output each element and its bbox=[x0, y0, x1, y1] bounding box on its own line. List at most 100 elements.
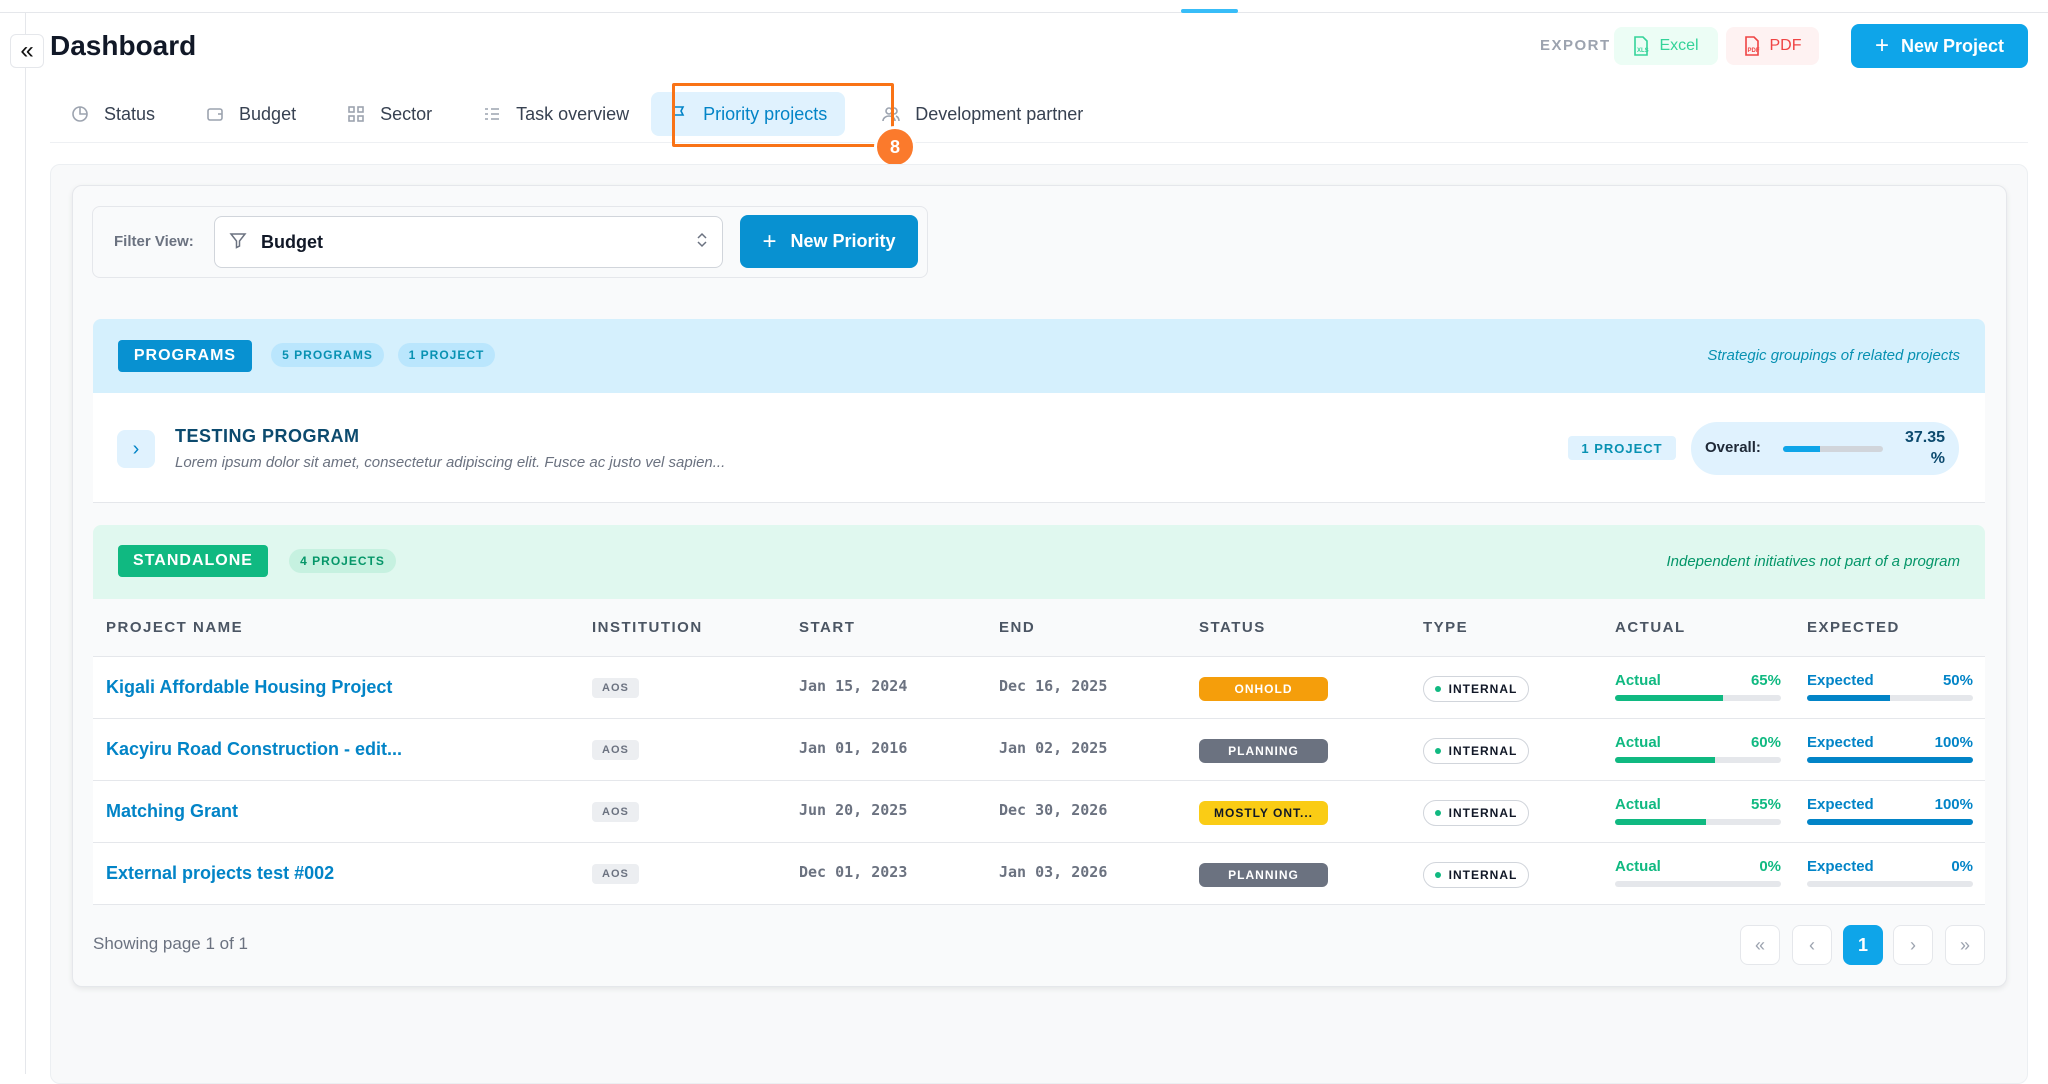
plus-icon: + bbox=[1874, 32, 1889, 59]
type-label: INTERNAL bbox=[1448, 744, 1518, 758]
type-badge: INTERNAL bbox=[1423, 800, 1529, 826]
project-name-link[interactable]: External projects test #002 bbox=[106, 863, 334, 884]
institution-badge: AOS bbox=[592, 864, 639, 884]
header-type[interactable]: TYPE bbox=[1423, 619, 1468, 636]
collapse-sidebar-button[interactable]: « bbox=[10, 34, 44, 68]
expected-label: Expected bbox=[1807, 796, 1874, 813]
program-title[interactable]: TESTING PROGRAM bbox=[175, 426, 360, 447]
double-chevron-left-icon: « bbox=[1754, 934, 1765, 955]
chevron-right-icon: › bbox=[132, 437, 140, 460]
table-row[interactable]: Kigali Affordable Housing Project AOS Jan … bbox=[93, 657, 1985, 719]
actual-progress: Actual 0% bbox=[1615, 858, 1781, 887]
new-project-button[interactable]: + New Project bbox=[1851, 24, 2028, 68]
expected-value: 100% bbox=[1934, 734, 1973, 751]
actual-progress: Actual 60% bbox=[1615, 734, 1781, 763]
tab-label: Sector bbox=[380, 103, 433, 124]
export-pdf-button[interactable]: PDF PDF bbox=[1726, 27, 1819, 65]
projects-table: PROJECT NAME INSTITUTION START END STATU… bbox=[93, 599, 1985, 905]
export-excel-button[interactable]: XLS Excel bbox=[1614, 27, 1718, 65]
programs-tag: PROGRAMS bbox=[118, 340, 252, 372]
expected-progress: Expected 50% bbox=[1807, 672, 1973, 701]
actual-progress-bar bbox=[1615, 695, 1781, 701]
type-label: INTERNAL bbox=[1448, 806, 1518, 820]
actual-progress-bar bbox=[1615, 757, 1781, 763]
prev-page-button[interactable]: ‹ bbox=[1792, 925, 1832, 965]
table-row[interactable]: Kacyiru Road Construction - edit... AOS Ja… bbox=[93, 719, 1985, 781]
plus-icon: + bbox=[762, 227, 777, 255]
header-end[interactable]: END bbox=[999, 619, 1035, 636]
project-name-link[interactable]: Kigali Affordable Housing Project bbox=[106, 677, 392, 698]
projects-count-badge: 1 PROJECT bbox=[398, 343, 495, 367]
expected-progress-fill bbox=[1807, 757, 1973, 763]
chevron-right-icon: › bbox=[1910, 934, 1916, 955]
tab-task-overview[interactable]: Task overview bbox=[482, 92, 629, 136]
end-date: Dec 16, 2025 bbox=[999, 677, 1108, 695]
actual-value: 0% bbox=[1759, 858, 1781, 875]
expected-progress-fill bbox=[1807, 819, 1973, 825]
status-dot-icon bbox=[1434, 748, 1441, 754]
programs-note: Strategic groupings of related projects bbox=[1707, 347, 1960, 364]
table-row[interactable]: External projects test #002 AOS Dec 01, 20… bbox=[93, 843, 1985, 905]
tab-label: Task overview bbox=[516, 103, 630, 124]
chevron-left-icon: ‹ bbox=[1809, 934, 1815, 955]
type-label: INTERNAL bbox=[1448, 868, 1518, 882]
filter-selected-value: Budget bbox=[261, 231, 323, 252]
pdf-label: PDF bbox=[1769, 37, 1802, 54]
filter-view-select[interactable]: Budget bbox=[214, 216, 723, 268]
actual-value: 60% bbox=[1750, 734, 1781, 751]
start-date: Jan 15, 2024 bbox=[799, 677, 908, 695]
expand-program-button[interactable]: › bbox=[117, 430, 155, 468]
filter-icon bbox=[229, 231, 247, 254]
tab-status[interactable]: Status bbox=[70, 92, 155, 136]
last-page-button[interactable]: » bbox=[1945, 925, 1985, 965]
header-status[interactable]: STATUS bbox=[1199, 619, 1266, 636]
annotation-highlight bbox=[672, 83, 894, 147]
header-institution[interactable]: INSTITUTION bbox=[592, 619, 703, 636]
project-name-link[interactable]: Kacyiru Road Construction - edit... bbox=[106, 739, 402, 760]
pagination-summary: Showing page 1 of 1 bbox=[93, 934, 249, 953]
wallet-icon bbox=[205, 104, 225, 124]
header-expected[interactable]: EXPECTED bbox=[1807, 619, 1900, 636]
standalone-tag: STANDALONE bbox=[118, 545, 268, 577]
expected-value: 50% bbox=[1942, 672, 1973, 689]
tab-budget[interactable]: Budget bbox=[205, 92, 296, 136]
expected-progress-fill bbox=[1807, 695, 1890, 701]
expected-progress-bar bbox=[1807, 819, 1973, 825]
header-start[interactable]: START bbox=[799, 619, 855, 636]
expected-progress-bar bbox=[1807, 881, 1973, 887]
expected-value: 100% bbox=[1934, 796, 1973, 813]
project-name-link[interactable]: Matching Grant bbox=[106, 801, 238, 822]
actual-progress-fill bbox=[1615, 695, 1723, 701]
actual-progress: Actual 55% bbox=[1615, 796, 1781, 825]
first-page-button[interactable]: « bbox=[1740, 925, 1780, 965]
next-page-button[interactable]: › bbox=[1893, 925, 1933, 965]
actual-label: Actual bbox=[1615, 858, 1661, 875]
expected-progress: Expected 100% bbox=[1807, 796, 1973, 825]
header-actual[interactable]: ACTUAL bbox=[1615, 619, 1686, 636]
start-date: Jan 01, 2016 bbox=[799, 739, 908, 757]
table-body: Kigali Affordable Housing Project AOS Jan … bbox=[93, 657, 1985, 905]
svg-text:XLS: XLS bbox=[1637, 48, 1649, 54]
new-priority-button[interactable]: + New Priority bbox=[740, 215, 918, 268]
tab-label: Budget bbox=[239, 103, 297, 124]
institution-badge: AOS bbox=[592, 678, 639, 698]
new-project-label: New Project bbox=[1900, 35, 2005, 56]
overall-value-number: 37.35 bbox=[1904, 429, 1945, 446]
double-chevron-left-icon: « bbox=[20, 37, 34, 64]
header-project-name[interactable]: PROJECT NAME bbox=[106, 619, 243, 636]
excel-file-icon: XLS bbox=[1634, 36, 1649, 56]
page-1-button[interactable]: 1 bbox=[1843, 925, 1883, 965]
expected-progress: Expected 0% bbox=[1807, 858, 1973, 887]
expected-label: Expected bbox=[1807, 858, 1874, 875]
page-title: Dashboard bbox=[50, 30, 197, 61]
table-row[interactable]: Matching Grant AOS Jun 20, 2025 Dec 30, 202… bbox=[93, 781, 1985, 843]
end-date: Jan 03, 2026 bbox=[999, 863, 1108, 881]
institution-badge: AOS bbox=[592, 740, 639, 760]
actual-label: Actual bbox=[1615, 672, 1661, 689]
pdf-file-icon: PDF bbox=[1744, 36, 1759, 56]
list-icon bbox=[482, 104, 502, 124]
type-label: INTERNAL bbox=[1448, 682, 1518, 696]
tab-development-partner[interactable]: Development partner bbox=[881, 92, 1083, 136]
overall-progress-bar bbox=[1783, 446, 1883, 452]
tab-sector[interactable]: Sector bbox=[346, 92, 432, 136]
